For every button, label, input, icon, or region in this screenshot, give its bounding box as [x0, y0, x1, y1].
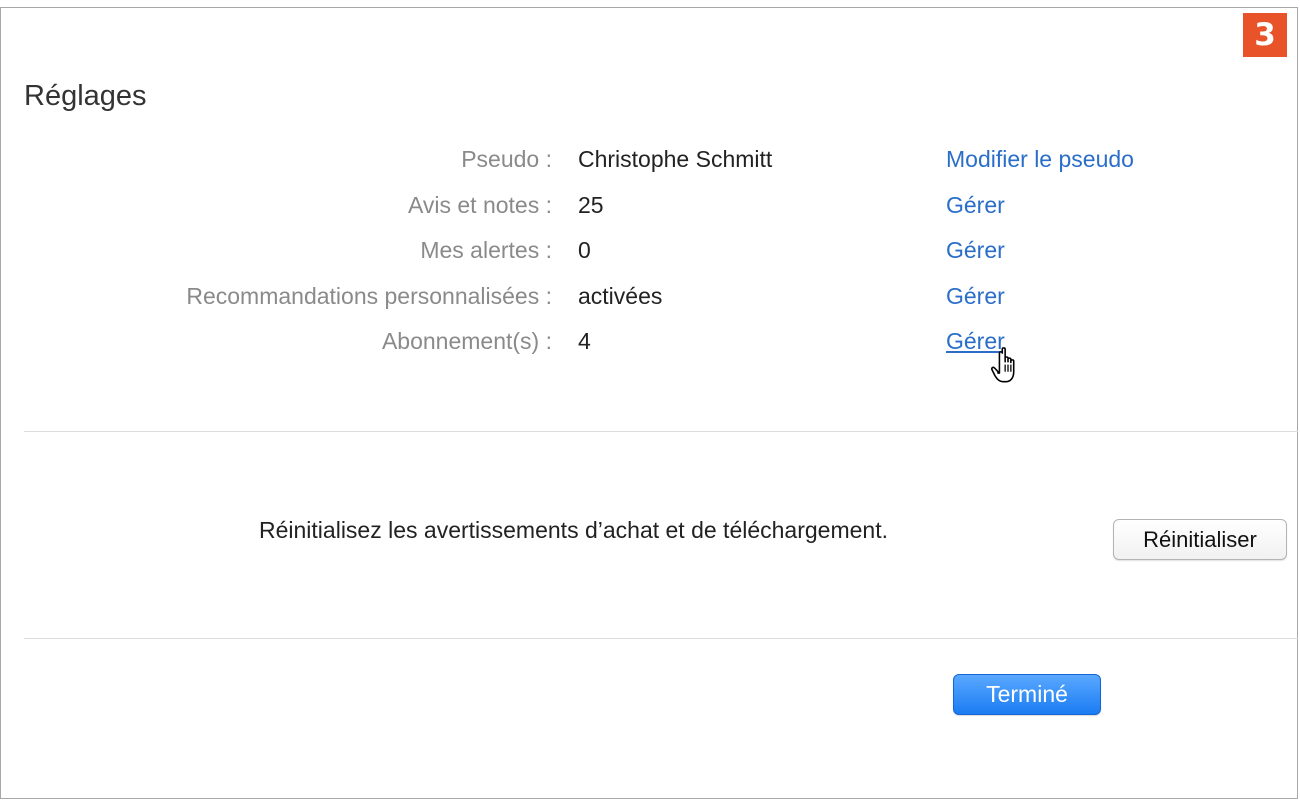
settings-window: 3: [0, 7, 1298, 799]
reset-description: Réinitialisez les avertissements d’achat…: [259, 517, 888, 543]
row-label: Mes alertes :: [420, 237, 552, 263]
row-value: Christophe Schmitt: [578, 146, 773, 172]
row-label: Avis et notes :: [407, 191, 552, 218]
row-label: Pseudo :: [461, 146, 552, 172]
hand-pointer-icon: [991, 347, 1015, 383]
row-value: 4: [578, 328, 591, 354]
row-label: Abonnement(s) :: [381, 328, 552, 354]
step-badge: 3: [1243, 13, 1287, 57]
settings-row-alerts: Mes alertes : 0 Gérer: [0, 233, 1298, 279]
settings-row-pseudo: Pseudo : Christophe Schmitt Modifier le …: [0, 142, 1298, 188]
modify-pseudo-link[interactable]: Modifier le pseudo: [946, 146, 1134, 173]
settings-row-reviews: Avis et notes : 25 Gérer: [0, 188, 1298, 234]
reset-button[interactable]: Réinitialiser: [1113, 519, 1287, 560]
manage-reviews-link[interactable]: Gérer: [946, 192, 1005, 219]
settings-table: Pseudo : Christophe Schmitt Modifier le …: [0, 142, 1298, 370]
manage-recommendations-link[interactable]: Gérer: [946, 283, 1005, 310]
row-label: Recommandations personnalisées :: [186, 282, 552, 309]
page-title: Réglages: [24, 80, 147, 112]
settings-row-recommendations: Recommandations personnalisées : activée…: [0, 279, 1298, 325]
settings-row-subscriptions: Abonnement(s) : 4 Gérer: [0, 324, 1298, 370]
row-value: 25: [578, 191, 604, 218]
manage-alerts-link[interactable]: Gérer: [946, 237, 1005, 264]
done-button[interactable]: Terminé: [953, 674, 1101, 715]
divider: [24, 638, 1298, 639]
row-value: activées: [578, 282, 663, 309]
row-value: 0: [578, 237, 591, 263]
divider: [24, 431, 1298, 432]
